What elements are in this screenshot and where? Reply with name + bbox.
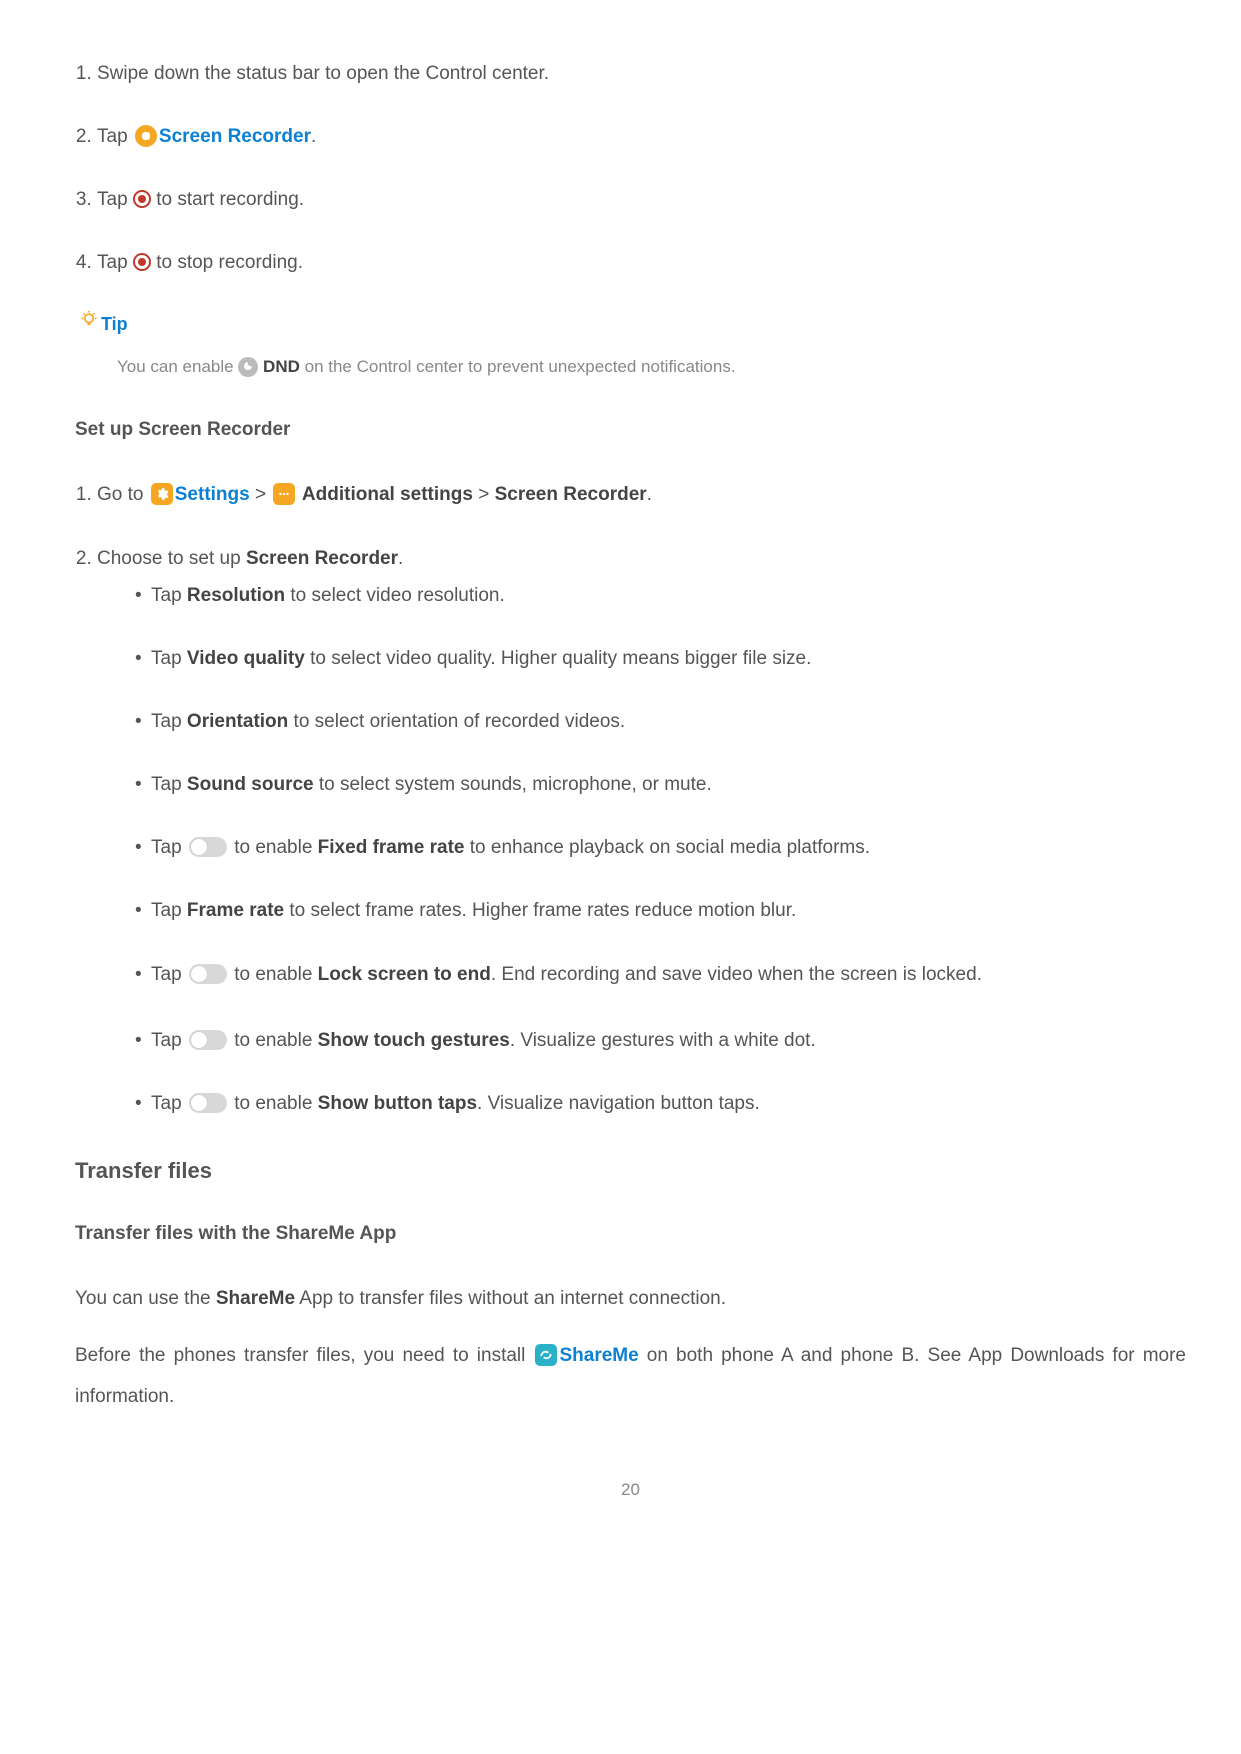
step-2-suffix: .: [311, 126, 316, 147]
step-4-suffix: to stop recording.: [151, 252, 303, 273]
lock-screen-label: Lock screen to end: [318, 964, 491, 985]
setup-s2-bold: Screen Recorder: [246, 548, 398, 569]
transfer-paragraph-1: You can use the ShareMe App to transfer …: [75, 1280, 1186, 1317]
b6a: Tap: [151, 900, 187, 921]
frame-rate-label: Frame rate: [187, 900, 284, 921]
setup-step-1: Go to Settings > Additional settings > S…: [97, 476, 1186, 513]
b5d: to enhance playback on social media plat…: [464, 837, 870, 858]
shareme-icon: [535, 1344, 557, 1366]
step-4: Tap to stop recording.: [97, 244, 1186, 281]
toggle-icon: [189, 1093, 227, 1113]
fixed-frame-rate-label: Fixed frame rate: [318, 837, 465, 858]
tip-text-b: on the Control center to prevent unexpec…: [300, 357, 736, 376]
gt-2: >: [473, 484, 495, 505]
step-4-prefix: Tap: [97, 252, 133, 273]
additional-settings-icon: [273, 483, 295, 505]
bullet-resolution: Tap Resolution to select video resolutio…: [135, 577, 1186, 614]
step-2: Tap Screen Recorder.: [97, 118, 1186, 155]
b2c: to select video quality. Higher quality …: [305, 648, 812, 669]
bullet-fixed-frame-rate: Tap to enable Fixed frame rate to enhanc…: [135, 829, 1186, 866]
gt-1: >: [250, 484, 272, 505]
settings-icon: [151, 483, 173, 505]
show-button-taps-label: Show button taps: [318, 1093, 477, 1114]
shareme-label: ShareMe: [559, 1345, 638, 1366]
b7d: . End recording and save video when the …: [491, 964, 982, 985]
bullet-video-quality: Tap Video quality to select video qualit…: [135, 640, 1186, 677]
step-3-suffix: to start recording.: [151, 189, 304, 210]
b9d: . Visualize navigation button taps.: [477, 1093, 760, 1114]
setup-s1-prefix: Go to: [97, 484, 149, 505]
transfer-files-heading: Transfer files: [75, 1150, 1186, 1193]
settings-label: Settings: [175, 484, 250, 505]
b2a: Tap: [151, 648, 187, 669]
b8b: to enable: [229, 1030, 318, 1051]
b8a: Tap: [151, 1030, 187, 1051]
setup-s2-prefix: Choose to set up: [97, 548, 246, 569]
b4a: Tap: [151, 774, 187, 795]
tip-text-a: You can enable: [117, 357, 238, 376]
step-3-prefix: Tap: [97, 189, 133, 210]
b5a: Tap: [151, 837, 187, 858]
tip-label: Tip: [101, 307, 128, 342]
resolution-label: Resolution: [187, 585, 285, 606]
dot-1: .: [647, 484, 652, 505]
toggle-icon: [189, 964, 227, 984]
b1c: to select video resolution.: [285, 585, 505, 606]
shareme-bold-1: ShareMe: [216, 1288, 295, 1309]
page-number: 20: [75, 1473, 1186, 1506]
p1a: You can use the: [75, 1288, 216, 1309]
bullet-orientation: Tap Orientation to select orientation of…: [135, 703, 1186, 740]
toggle-icon: [189, 1030, 227, 1050]
setup-screen-recorder-heading: Set up Screen Recorder: [75, 411, 1186, 448]
b3a: Tap: [151, 711, 187, 732]
bullet-sound-source: Tap Sound source to select system sounds…: [135, 766, 1186, 803]
step-1: Swipe down the status bar to open the Co…: [97, 55, 1186, 92]
bullet-frame-rate: Tap Frame rate to select frame rates. Hi…: [135, 892, 1186, 929]
transfer-paragraph-2: Before the phones transfer files, you ne…: [75, 1336, 1186, 1418]
toggle-icon: [189, 837, 227, 857]
b9a: Tap: [151, 1093, 187, 1114]
b4c: to select system sounds, microphone, or …: [314, 774, 712, 795]
record-icon: [133, 190, 151, 208]
setup-step-2: Choose to set up Screen Recorder. Tap Re…: [97, 540, 1186, 1122]
step-1-text: Swipe down the status bar to open the Co…: [97, 63, 549, 84]
tip-body: You can enable DND on the Control center…: [79, 350, 1186, 383]
orientation-label: Orientation: [187, 711, 288, 732]
p2a: Before the phones transfer files, you ne…: [75, 1345, 533, 1366]
b1a: Tap: [151, 585, 187, 606]
b7b: to enable: [229, 964, 318, 985]
video-quality-label: Video quality: [187, 648, 305, 669]
setup-s2-suffix: .: [398, 548, 403, 569]
stop-icon: [133, 253, 151, 271]
step-2-prefix: Tap: [97, 126, 133, 147]
screen-recorder-path-label: Screen Recorder: [495, 484, 647, 505]
bullet-show-touch-gestures: Tap to enable Show touch gestures. Visua…: [135, 1022, 1186, 1059]
transfer-shareme-heading: Transfer files with the ShareMe App: [75, 1215, 1186, 1252]
lightbulb-icon: [79, 307, 99, 342]
b7a: Tap: [151, 964, 187, 985]
bullet-lock-screen-to-end: Tap to enable Lock screen to end. End re…: [135, 955, 1186, 996]
tip-block: Tip You can enable DND on the Control ce…: [79, 307, 1186, 383]
bullet-show-button-taps: Tap to enable Show button taps. Visualiz…: [135, 1085, 1186, 1122]
additional-settings-label: Additional settings: [297, 484, 473, 505]
tip-heading: Tip: [79, 307, 1186, 342]
p1c: App to transfer files without an interne…: [295, 1288, 726, 1309]
b3c: to select orientation of recorded videos…: [288, 711, 625, 732]
b8d: . Visualize gestures with a white dot.: [510, 1030, 816, 1051]
step-3: Tap to start recording.: [97, 181, 1186, 218]
screen-recorder-icon: [135, 125, 157, 147]
dnd-label: DND: [258, 357, 300, 376]
screen-recorder-label: Screen Recorder: [159, 126, 311, 147]
dnd-icon: [238, 357, 258, 377]
b9b: to enable: [229, 1093, 318, 1114]
b5b: to enable: [229, 837, 318, 858]
sound-source-label: Sound source: [187, 774, 314, 795]
show-touch-label: Show touch gestures: [318, 1030, 510, 1051]
b6c: to select frame rates. Higher frame rate…: [284, 900, 796, 921]
